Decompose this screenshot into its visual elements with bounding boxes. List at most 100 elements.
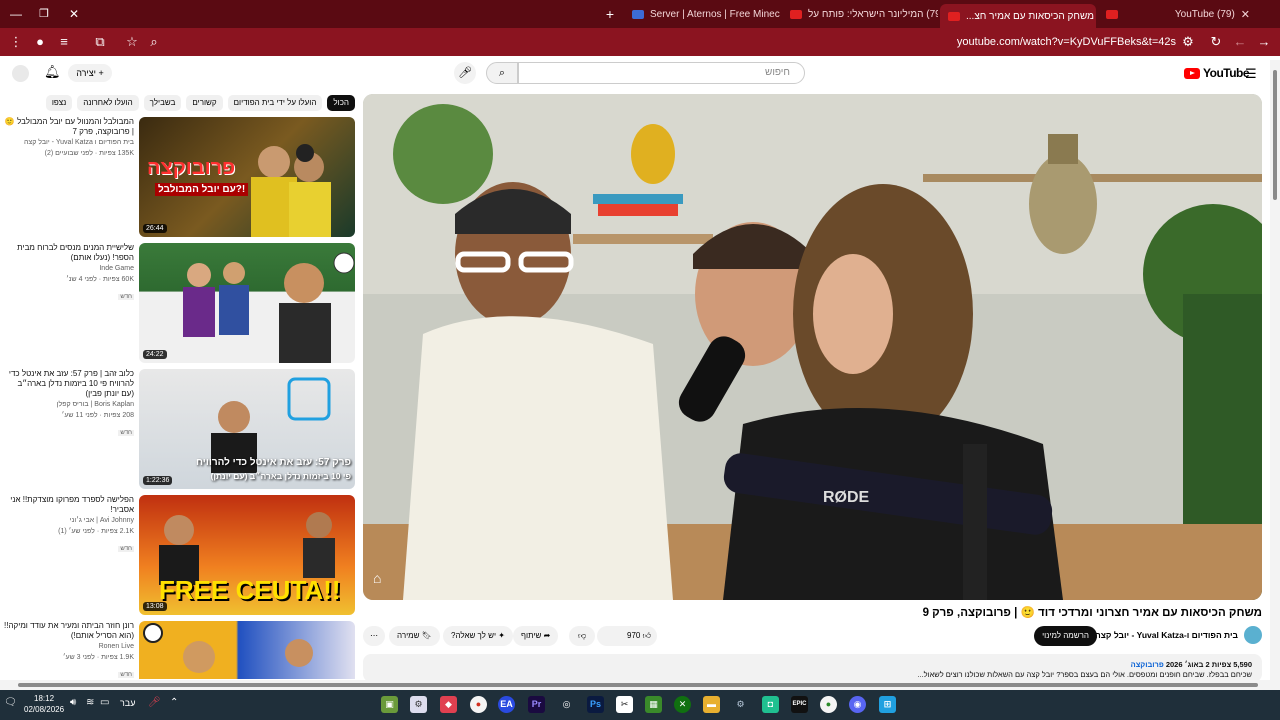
recommendation-item[interactable]: פרובוקצה עם יובל המבולבל?! 26:44 המבולבל… xyxy=(4,117,356,239)
wifi-icon[interactable]: ≋ xyxy=(86,697,94,708)
notification-icon[interactable]: 🗨 xyxy=(4,697,17,708)
chip-all[interactable]: הכול xyxy=(327,95,355,111)
bookmark-star-icon[interactable]: ☆ xyxy=(122,28,142,56)
recommendation-title[interactable]: כלוב זהב | פרק 57: עזב את אינטל כדי להרו… xyxy=(4,369,134,399)
new-tab-button[interactable]: + xyxy=(600,0,620,28)
recommendation-title[interactable]: שלישיית המנים מנסים לברוח מבית הספר! (נע… xyxy=(4,243,134,263)
steam-icon[interactable]: ⚙ xyxy=(732,696,749,713)
recommendation-stats: 135K צפיות · לפני שבועיים (2) xyxy=(44,150,134,157)
playlist-icon[interactable]: ≡ xyxy=(54,28,74,56)
video-frame: RØDE xyxy=(363,94,1262,600)
app-icon[interactable]: ◘ xyxy=(762,696,779,713)
pocket-icon[interactable]: ◆ xyxy=(440,696,457,713)
recommendation-item[interactable]: רונן חוזר הביתה ומעיר את עודד ומיקה!! (ה… xyxy=(4,621,356,679)
chip-uploaded-by-channel[interactable]: הועלו על ידי בית הפודיום xyxy=(227,95,323,111)
video-player[interactable]: RØDE ⌂ xyxy=(363,94,1262,600)
video-thumbnail[interactable]: FREE CEUTA!! 13:08 xyxy=(139,495,355,615)
subscribe-button[interactable]: הרשמה למינוי xyxy=(1034,626,1097,646)
minecraft-launcher-icon[interactable]: ▦ xyxy=(645,696,662,713)
recommendation-title[interactable]: המבולבל והמנוול עם יובל המבולבל 🙂 | פרוב… xyxy=(4,117,134,137)
voice-search-mic-icon[interactable]: 🎤︎ xyxy=(454,62,476,84)
chip-watched[interactable]: נצפו xyxy=(45,95,73,111)
profile-avatar-icon[interactable]: ● xyxy=(30,28,50,56)
recommendation-title[interactable]: הפלישה לספרד מפרוקו מוצדקת!! אני אסביר! xyxy=(4,495,134,515)
address-bar[interactable]: youtube.com/watch?v=KyDVuFFBeks&t=42s xyxy=(900,28,1176,56)
start-windows-icon[interactable]: ⊞ xyxy=(879,696,896,713)
create-button[interactable]: + יצירה xyxy=(68,64,112,82)
recommendation-meta: המבולבל והמנוול עם יובל המבולבל 🙂 | פרוב… xyxy=(4,117,134,159)
recommendation-channel[interactable]: Avi Johnny | אבי ג׳וני xyxy=(4,515,134,526)
photoshop-icon[interactable]: Ps xyxy=(587,696,604,713)
volume-icon[interactable]: 🔊︎ xyxy=(70,697,76,708)
share-button[interactable]: ➦ שיתוף xyxy=(513,626,559,646)
epic-games-icon[interactable]: EPIC xyxy=(791,696,808,713)
chip-related[interactable]: קשורים xyxy=(186,95,223,111)
forward-icon[interactable]: ← xyxy=(1230,28,1250,56)
premiere-icon[interactable]: Pr xyxy=(528,696,545,713)
scrollbar-thumb[interactable] xyxy=(18,683,1258,687)
youtube-logo[interactable]: YouTube xyxy=(1184,66,1250,80)
tab-youtube-home[interactable]: ✕ (79) YouTube xyxy=(1098,4,1258,24)
video-thumbnail[interactable]: פרובוקצה עם יובל המבולבל?! 26:44 xyxy=(139,117,355,237)
menu-kebab-icon[interactable]: ⋮ xyxy=(6,28,26,56)
video-thumbnail[interactable]: 24:22 xyxy=(139,243,355,363)
recommendation-item[interactable]: 24:22 שלישיית המנים מנסים לברוח מבית הספ… xyxy=(4,243,356,365)
back-icon[interactable]: → xyxy=(1254,28,1274,56)
settings-icon[interactable]: ⚙ xyxy=(410,696,427,713)
upload-date: 2 באוג׳ 2026 xyxy=(1165,660,1210,669)
horizontal-scrollbar[interactable] xyxy=(0,680,1280,690)
notifications-bell-icon[interactable]: 🔔︎ xyxy=(44,64,61,80)
close-tab-icon[interactable]: ✕ xyxy=(1241,8,1250,21)
discord-icon[interactable]: ◉ xyxy=(849,696,866,713)
xbox-icon[interactable]: ✕ xyxy=(674,696,691,713)
display-icon[interactable]: ▭ xyxy=(100,697,109,708)
reload-icon[interactable]: ↻ xyxy=(1206,28,1226,56)
recommendation-channel[interactable]: בית הפודיום ו Yuval Katza - יובל קצה xyxy=(4,137,134,148)
ea-app-icon[interactable]: EA xyxy=(498,696,515,713)
search-input[interactable]: חיפוש xyxy=(518,62,805,84)
chrome-icon[interactable]: ● xyxy=(820,696,837,713)
restore-icon[interactable]: ❐ xyxy=(34,0,54,28)
file-explorer-icon[interactable]: ▬ xyxy=(703,696,720,713)
video-thumbnail[interactable]: פרק 57: עזב את אינטל כדי להרוויח פי 10 ב… xyxy=(139,369,355,489)
more-actions-button[interactable]: ⋯ xyxy=(363,626,385,646)
chrome-active-icon[interactable]: ● xyxy=(470,696,487,713)
extensions-icon[interactable]: ⧉ xyxy=(90,28,110,56)
tray-overflow-icon[interactable]: ⌃ xyxy=(170,697,178,708)
mic-tray-icon[interactable]: 🎤︎ xyxy=(148,697,161,708)
recommendation-channel[interactable]: Inde Game xyxy=(4,263,134,274)
video-description[interactable]: 5,590 צפיות 2 באוג׳ 2026 פרובוקצה שכיחם … xyxy=(363,654,1262,682)
chip-recently-uploaded[interactable]: הועלו לאחרונה xyxy=(77,95,139,111)
tab-millionaire-video[interactable]: ✕ (79) המיליונר הישראלי: פותח על xyxy=(782,4,938,24)
like-button[interactable]: 👍︎ 970 xyxy=(627,626,651,646)
hashtag-link[interactable]: פרובוקצה xyxy=(1131,660,1164,669)
recommendation-channel[interactable]: Boris Kaplan | בוריס קפלן xyxy=(4,399,134,410)
search-button[interactable]: ⌕ xyxy=(486,62,518,84)
channel-name[interactable]: בית הפודיום ו-Yuval Katza - יובל קצה xyxy=(1095,630,1238,640)
vertical-scrollbar[interactable] xyxy=(1270,60,1280,680)
tab-current-video[interactable]: ✕ ◉ משחק הכיסאות עם אמיר חצ... xyxy=(940,4,1096,28)
recommendation-item[interactable]: FREE CEUTA!! 13:08 הפלישה לספרד מפרוקו מ… xyxy=(4,495,356,617)
zoom-icon[interactable]: ⌕ xyxy=(144,28,164,56)
recommendation-title[interactable]: רונן חוזר הביתה ומעיר את עודד ומיקה!! (ה… xyxy=(4,621,134,641)
taskbar-clock[interactable]: 18:12 02/08/2026 xyxy=(24,693,64,715)
channel-avatar[interactable] xyxy=(1244,626,1262,644)
guide-menu-icon[interactable]: ☰ xyxy=(1245,66,1257,82)
recommendation-item[interactable]: פרק 57: עזב את אינטל כדי להרוויח פי 10 ב… xyxy=(4,369,356,491)
tab-aternos[interactable]: ✕ Server | Aternos | Free Minecraft xyxy=(624,4,780,24)
obs-icon[interactable]: ◎ xyxy=(558,696,575,713)
capcut-icon[interactable]: ✂ xyxy=(616,696,633,713)
site-settings-icon[interactable]: ⚙ xyxy=(1178,28,1198,56)
scrollbar-thumb[interactable] xyxy=(1273,70,1277,200)
dislike-button[interactable]: 👎︎ xyxy=(569,626,595,646)
ask-button[interactable]: ✦ יש לך שאלה? xyxy=(443,626,513,646)
language-indicator[interactable]: עבר xyxy=(120,698,135,708)
account-avatar[interactable] xyxy=(12,65,29,82)
chip-for-you[interactable]: בשבילך xyxy=(143,95,182,111)
save-button[interactable]: 🔖︎ שמירה xyxy=(389,626,440,646)
video-thumbnail[interactable] xyxy=(139,621,355,679)
recommendation-channel[interactable]: Ronen Live xyxy=(4,641,134,652)
minimize-icon[interactable]: — xyxy=(6,0,26,28)
minecraft-icon[interactable]: ▣ xyxy=(381,696,398,713)
close-window-icon[interactable]: ✕ xyxy=(64,0,84,28)
